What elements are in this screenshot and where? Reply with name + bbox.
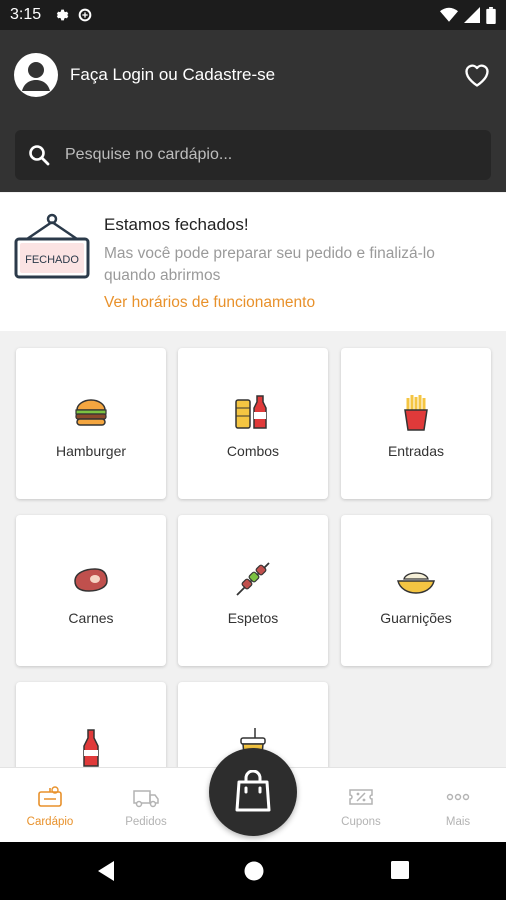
opening-hours-link[interactable]: Ver horários de funcionamento	[104, 294, 315, 312]
category-carnes[interactable]: Carnes	[16, 515, 166, 666]
status-bar: 3:15	[0, 0, 506, 30]
burger-icon	[75, 399, 107, 426]
favorites-button[interactable]	[462, 60, 492, 90]
nav-cupons[interactable]: Cupons	[311, 768, 411, 843]
cart-button[interactable]	[209, 748, 297, 836]
category-label: Carnes	[68, 610, 114, 626]
category-label: Espetos	[227, 610, 279, 626]
closed-sign-icon: FECHADO	[14, 213, 90, 279]
more-icon	[446, 793, 470, 801]
nav-label: Mais	[445, 816, 471, 828]
signal-icon	[464, 7, 480, 23]
recents-icon[interactable]	[390, 860, 410, 880]
coupon-icon	[349, 789, 373, 805]
nav-pedidos[interactable]: Pedidos	[96, 768, 196, 843]
closed-sign-text: FECHADO	[25, 254, 79, 266]
avatar[interactable]	[14, 53, 58, 97]
nav-cardapio[interactable]: Cardápio	[0, 768, 100, 843]
login-row[interactable]: Faça Login ou Cadastre-se	[14, 52, 492, 98]
status-time: 3:15	[10, 6, 42, 23]
category-label: Entradas	[387, 443, 445, 459]
search-input[interactable]	[65, 146, 465, 164]
closed-notice: FECHADO Estamos fechados! Mas você pode …	[0, 193, 506, 331]
fries-icon	[404, 395, 428, 431]
data-saver-icon	[78, 8, 92, 22]
combo-icon	[235, 395, 267, 429]
wifi-icon	[440, 7, 458, 22]
category-combos[interactable]: Combos	[178, 348, 328, 499]
nav-mais[interactable]: Mais	[408, 768, 506, 843]
delivery-truck-icon	[133, 790, 159, 808]
battery-icon	[486, 6, 496, 24]
nav-label: Cardápio	[26, 816, 74, 828]
category-guarnicoes[interactable]: Guarnições	[341, 515, 491, 666]
steak-icon	[74, 568, 108, 592]
back-icon[interactable]	[96, 860, 116, 882]
settings-icon	[56, 9, 69, 21]
nav-label: Cupons	[341, 816, 381, 828]
category-label: Guarnições	[380, 610, 452, 626]
closed-title: Estamos fechados!	[104, 215, 249, 234]
menu-icon	[38, 786, 62, 807]
search-icon	[29, 145, 50, 166]
login-link[interactable]: Faça Login ou Cadastre-se	[70, 65, 275, 85]
soda-bottle-icon	[83, 729, 99, 767]
shopping-bag-icon	[235, 770, 271, 812]
search-bar[interactable]	[15, 130, 491, 180]
category-entradas[interactable]: Entradas	[341, 348, 491, 499]
category-label: Hamburger	[55, 443, 127, 459]
skewer-icon	[236, 562, 270, 596]
category-espetos[interactable]: Espetos	[178, 515, 328, 666]
app-header: Faça Login ou Cadastre-se	[0, 30, 506, 192]
closed-subtitle: Mas você pode preparar seu pedido e fina…	[104, 245, 435, 284]
nav-label: Pedidos	[125, 816, 167, 828]
heart-icon	[465, 64, 489, 87]
home-icon[interactable]	[243, 860, 265, 882]
user-icon	[22, 62, 50, 91]
system-navigation-bar	[0, 842, 506, 900]
category-hamburger[interactable]: Hamburger	[16, 348, 166, 499]
side-dish-icon	[397, 572, 435, 594]
category-label: Combos	[226, 443, 280, 459]
